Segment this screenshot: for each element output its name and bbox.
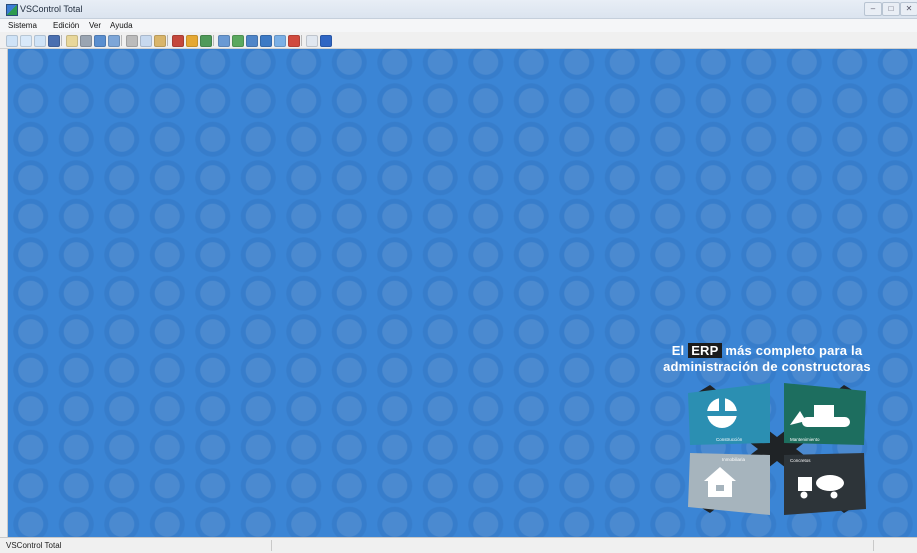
new-doc-icon[interactable] — [6, 35, 18, 47]
filter-icon[interactable] — [232, 35, 244, 47]
refresh-icon[interactable] — [218, 35, 230, 47]
tools-icon[interactable] — [274, 35, 286, 47]
toolbar-separator — [61, 35, 62, 46]
title-bar: VSControl Total – □ ✕ — [0, 0, 917, 19]
status-divider — [873, 540, 874, 551]
logo-label-construction: Construcción — [716, 437, 743, 442]
minimize-button[interactable]: – — [864, 2, 882, 16]
copy-icon[interactable] — [140, 35, 152, 47]
cut-icon[interactable] — [126, 35, 138, 47]
status-text: VSControl Total — [6, 541, 62, 550]
open-doc-icon[interactable] — [20, 35, 32, 47]
toolbar-separator — [213, 35, 214, 46]
mixer-truck-icon — [798, 477, 812, 491]
tagline-prefix: El — [671, 343, 685, 358]
window-title: VSControl Total — [20, 4, 83, 14]
erp-badge: ERP — [688, 343, 722, 358]
bulldozer-icon — [814, 405, 834, 417]
toolbar-separator — [167, 35, 168, 46]
vscontrol-logo: Construcción Mantenimiento Inmobiliaria … — [688, 383, 866, 515]
logo-label-realestate: Inmobiliaria — [722, 457, 746, 462]
menu-edicion[interactable]: Edición — [53, 21, 79, 30]
tagline-line-1: El ERP más completo para la — [640, 343, 894, 359]
list-icon[interactable] — [246, 35, 258, 47]
help-icon[interactable] — [320, 35, 332, 47]
logo-label-concrete: Concretos — [790, 458, 811, 463]
mail-icon[interactable] — [306, 35, 318, 47]
copy-doc-icon[interactable] — [34, 35, 46, 47]
logo-label-maintenance: Mantenimiento — [790, 437, 820, 442]
grid-icon[interactable] — [200, 35, 212, 47]
status-bar: VSControl Total — [0, 537, 917, 553]
close-button[interactable]: ✕ — [900, 2, 917, 16]
search-icon[interactable] — [66, 35, 78, 47]
print-icon[interactable] — [80, 35, 92, 47]
status-divider — [271, 540, 272, 551]
menu-bar: Sistema Edición Ver Ayuda — [0, 19, 917, 32]
export-icon[interactable] — [186, 35, 198, 47]
toolbar-separator — [301, 35, 302, 46]
toolbar-separator — [121, 35, 122, 46]
users-icon[interactable] — [94, 35, 106, 47]
remove-icon[interactable] — [288, 35, 300, 47]
import-icon[interactable] — [172, 35, 184, 47]
chart-icon[interactable] — [260, 35, 272, 47]
report-icon[interactable] — [108, 35, 120, 47]
tagline-line1-rest: más completo para la — [725, 343, 863, 358]
menu-sistema[interactable]: Sistema — [8, 21, 37, 30]
erp-tagline: El ERP más completo para la administraci… — [640, 343, 894, 375]
app-icon — [6, 4, 18, 16]
paste-icon[interactable] — [154, 35, 166, 47]
save-icon[interactable] — [48, 35, 60, 47]
menu-ayuda[interactable]: Ayuda — [110, 21, 133, 30]
maximize-button[interactable]: □ — [882, 2, 900, 16]
toolbar — [0, 33, 917, 49]
mdi-frame-edge — [0, 49, 8, 537]
menu-ver[interactable]: Ver — [89, 21, 101, 30]
tagline-line-2: administración de constructoras — [663, 359, 871, 374]
